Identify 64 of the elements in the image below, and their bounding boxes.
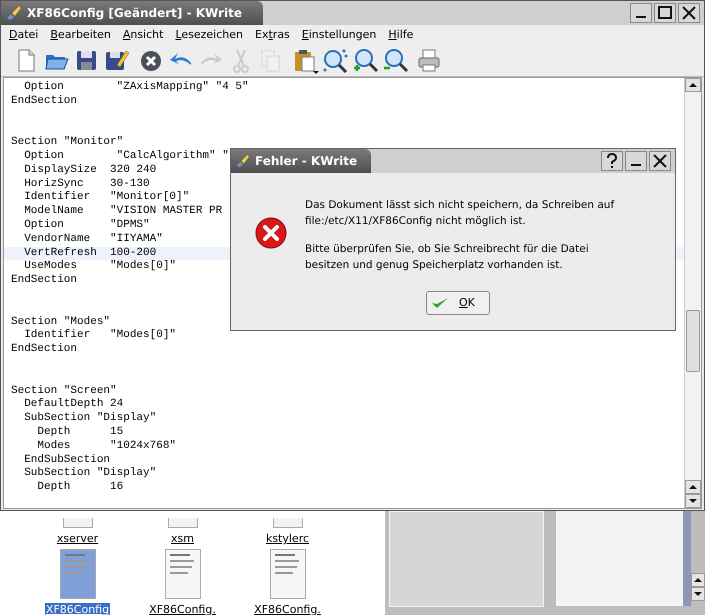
menu-item[interactable]: Datei: [9, 27, 38, 44]
minimize-icon[interactable]: [625, 151, 647, 171]
magnifier-icon[interactable]: [321, 47, 349, 75]
code-line: Depth 16: [36, 481, 124, 494]
zoom-out-icon[interactable]: [381, 47, 409, 75]
maximize-icon[interactable]: [654, 3, 676, 23]
code-line: HorizSync 30-130: [23, 178, 150, 190]
code-line: Option "CalcAlgorithm" ": [23, 150, 229, 162]
code-line: EndSection: [11, 94, 78, 107]
scroll-down-icon[interactable]: [691, 587, 705, 601]
close-icon[interactable]: [649, 151, 671, 171]
code-line: Section "Monitor": [11, 136, 124, 148]
code-line: EndSubSection: [23, 454, 110, 466]
code-line: VertRefresh 100-200: [23, 246, 156, 259]
scroll-thumb[interactable]: [686, 310, 700, 372]
help-icon[interactable]: [601, 151, 623, 171]
file-name[interactable]: XF86Config.: [253, 603, 322, 615]
code-line: VendorName "IIYAMA": [23, 232, 163, 245]
code-line: Depth 15: [36, 426, 124, 438]
menu-item[interactable]: Extras: [255, 27, 290, 44]
error-message: Das Dokument lässt sich nicht speichern, da Schreiben auf file:/etc/X11/XF86Config nicht möglich ist.: [305, 198, 614, 229]
scroll-up-icon[interactable]: [685, 78, 701, 92]
code-line: Option "DPMS": [23, 218, 150, 231]
code-line: Identifier "Monitor[0]": [23, 191, 190, 204]
code-line: SubSection "Display": [23, 467, 156, 480]
code-line: SubSection "Display": [23, 412, 156, 424]
code-line: Modes "1024x768": [36, 440, 176, 452]
menu-item[interactable]: Lesezeichen: [175, 27, 243, 44]
document-icon[interactable]: [270, 549, 306, 599]
menu-item[interactable]: Hilfe: [388, 27, 414, 44]
close-icon[interactable]: [678, 3, 700, 23]
file-name[interactable]: xsm: [170, 532, 195, 545]
error-message: Bitte überprüfen Sie, ob Sie Schreibrecht für die Datei besitzen und genug Speicherplatz vorhanden ist.: [305, 242, 590, 273]
code-line: Section "Modes": [11, 316, 110, 328]
window-title: XF86Config [Geändert] - KWrite: [27, 5, 242, 22]
code-line: UseModes "Modes[0]": [23, 260, 176, 272]
scroll-down-icon[interactable]: [685, 494, 701, 508]
menu-item[interactable]: Bearbeiten: [50, 27, 111, 44]
file-name[interactable]: XF86Config.: [148, 603, 217, 615]
error-icon: [255, 217, 287, 249]
code-line: Identifier "Modes[0]": [23, 329, 176, 342]
zoom-in-icon[interactable]: [351, 47, 379, 75]
file-name[interactable]: XF86Config: [44, 603, 110, 615]
code-line: DefaultDepth 24: [23, 398, 124, 410]
minimize-icon[interactable]: [630, 3, 652, 23]
menu-item[interactable]: Einstellungen: [302, 27, 376, 44]
scroll-up-icon[interactable]: [685, 480, 701, 494]
code-line: EndSection: [11, 274, 78, 286]
scrollbar[interactable]: [684, 78, 701, 508]
ok-button[interactable]: OK: [426, 291, 490, 315]
code-line: Option "ZAxisMapping" "4 5": [23, 81, 249, 93]
document-icon[interactable]: [164, 549, 200, 599]
brush-icon: [235, 153, 251, 169]
checkmark-icon: [431, 296, 449, 310]
file-name[interactable]: xserver: [56, 532, 100, 545]
code-line: Section "Screen": [11, 384, 117, 397]
code-line: DisplaySize 320 240: [23, 164, 156, 176]
brush-icon: [5, 4, 23, 22]
code-line: EndSection: [11, 343, 78, 356]
dialog-title: Fehler - KWrite: [255, 153, 358, 170]
file-name[interactable]: kstylerc: [264, 532, 310, 545]
scroll-up-icon[interactable]: [691, 573, 705, 587]
code-line: ModelName "VISION MASTER PR: [23, 205, 222, 218]
menu-item[interactable]: Ansicht: [122, 27, 164, 44]
